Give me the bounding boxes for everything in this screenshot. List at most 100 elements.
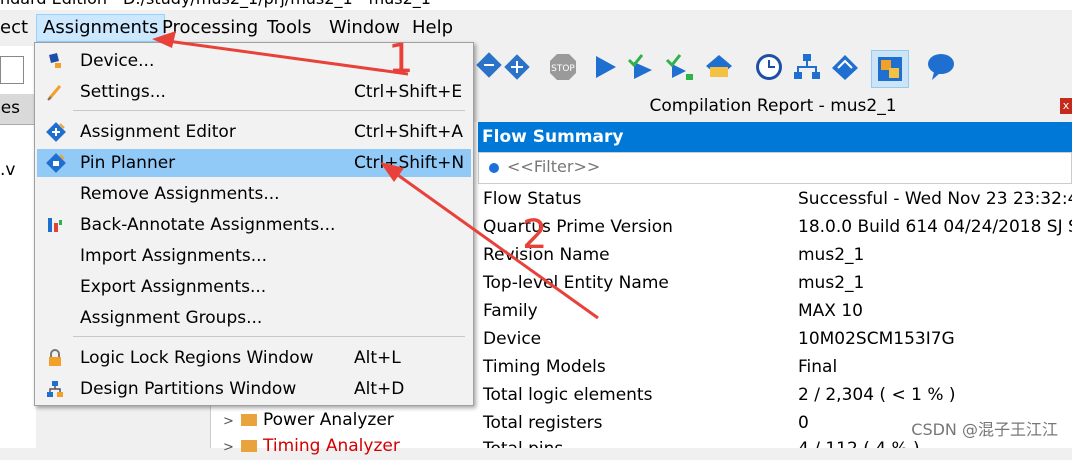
back-annotate-icon: [48, 218, 62, 232]
menu-item-label: Design Partitions Window: [80, 379, 297, 399]
start-synthesis-icon[interactable]: [664, 52, 694, 82]
compilation-report: Compilation Report - mus2_1 x Flow Summa…: [474, 90, 1072, 448]
menu-item-label: Back-Annotate Assignments...: [80, 215, 336, 235]
table-row: Device 10M02SCM153I7G: [478, 325, 1072, 353]
pin-planner-toolbar-button[interactable]: [871, 50, 909, 88]
stop-icon[interactable]: STOP: [548, 52, 578, 82]
menu-item-pin-planner[interactable]: Pin Planner Ctrl+Shift+N: [37, 149, 471, 177]
menu-item-label: Export Assignments...: [80, 277, 267, 297]
row-key: Device: [483, 329, 542, 349]
menu-item-logic-lock[interactable]: Logic Lock Regions Window Alt+L: [37, 344, 471, 372]
menu-item-settings[interactable]: Settings... Ctrl+Shift+E: [37, 78, 471, 106]
row-value: 0: [798, 413, 809, 433]
window-title: ndard Edition - D:/study/mus2_1/prj/mus2…: [0, 0, 431, 8]
row-value: MAX 10: [798, 301, 863, 321]
annotation-number-2: 2: [522, 212, 548, 258]
task-tree: > Power Analyzer > Timing Analyzer: [210, 405, 475, 456]
assignment-editor-icon: [46, 122, 66, 142]
menu-help[interactable]: Help: [412, 15, 453, 41]
menu-item-shortcut: Ctrl+Shift+A: [354, 122, 464, 142]
verilog-file-item[interactable]: .v: [0, 160, 15, 180]
table-row: Top-level Entity Name mus2_1: [478, 269, 1072, 297]
files-tab-label: les: [0, 98, 21, 118]
row-value: mus2_1: [798, 273, 865, 293]
row-key: Top-level Entity Name: [483, 273, 669, 293]
folder-icon: [241, 440, 257, 452]
help-chat-icon[interactable]: [926, 52, 956, 82]
menu-processing[interactable]: Processing: [162, 15, 258, 41]
row-value: mus2_1: [798, 245, 865, 265]
menu-item-label: Assignment Groups...: [80, 308, 263, 328]
menu-bar: ect Assignments Processing Tools Window …: [0, 10, 1072, 44]
menu-item-label: Assignment Editor: [80, 122, 236, 142]
row-value: Final: [798, 357, 838, 377]
partition-icon: [47, 381, 63, 397]
chip-planner-icon[interactable]: [830, 52, 860, 82]
menu-separator: [73, 110, 465, 111]
menu-tools[interactable]: Tools: [267, 15, 311, 41]
menu-assignments-label: Assignments: [43, 17, 159, 38]
table-row: Flow Status Successful - Wed Nov 23 23:32…: [478, 185, 1072, 213]
programmer-folder-icon[interactable]: [704, 52, 734, 82]
row-key: Total pins: [483, 435, 563, 448]
tree-item-label: Power Analyzer: [263, 410, 394, 430]
menu-item-label: Import Assignments...: [80, 246, 267, 266]
title-bar: ndard Edition - D:/study/mus2_1/prj/mus2…: [0, 0, 1072, 10]
menu-item-remove-assignments[interactable]: Remove Assignments...: [37, 180, 471, 208]
menu-item-back-annotate[interactable]: Back-Annotate Assignments...: [37, 211, 471, 239]
menu-item-shortcut: Ctrl+Shift+E: [354, 82, 463, 102]
row-key: Timing Models: [483, 357, 606, 377]
menu-item-export-assignments[interactable]: Export Assignments...: [37, 273, 471, 301]
menu-assignments[interactable]: Assignments: [36, 14, 166, 42]
menu-item-shortcut: Ctrl+Shift+N: [354, 153, 465, 173]
analysis-icon[interactable]: [474, 52, 504, 82]
close-icon[interactable]: x: [1060, 98, 1072, 114]
pin-planner-toolbar-icon: [878, 57, 902, 81]
menu-separator: [73, 336, 465, 337]
row-key: Total registers: [483, 413, 603, 433]
expand-arrow-icon[interactable]: >: [223, 436, 237, 460]
table-row: Total logic elements 2 / 2,304 ( < 1 % ): [478, 381, 1072, 409]
new-file-icon[interactable]: [0, 56, 24, 84]
watermark: CSDN @混子王江江: [911, 420, 1058, 439]
menu-item-assignment-editor[interactable]: Assignment Editor Ctrl+Shift+A: [37, 118, 471, 146]
tree-item-timing-analyzer[interactable]: > Timing Analyzer: [223, 434, 400, 458]
timing-analyzer-icon[interactable]: [754, 52, 784, 82]
flow-summary-header[interactable]: Flow Summary: [478, 122, 1072, 152]
table-row: Quartus Prime Version 18.0.0 Build 614 04…: [478, 213, 1072, 241]
row-key: Flow Status: [483, 189, 582, 209]
lock-icon: [49, 349, 61, 366]
device-icon: [49, 53, 61, 68]
svg-text:STOP: STOP: [551, 64, 575, 74]
table-row: Revision Name mus2_1: [478, 241, 1072, 269]
menu-item-import-assignments[interactable]: Import Assignments...: [37, 242, 471, 270]
menu-item-label: Settings...: [80, 82, 166, 102]
menu-item-shortcut: Alt+D: [354, 379, 405, 399]
menu-item-shortcut: Alt+L: [354, 348, 401, 368]
filter-input[interactable]: <<Filter>>: [478, 152, 1072, 184]
synthesis-icon[interactable]: [502, 52, 532, 82]
row-value: 10M02SCM153I7G: [798, 329, 955, 349]
menu-item-assignment-groups[interactable]: Assignment Groups...: [37, 304, 471, 332]
netlist-viewer-icon[interactable]: [792, 52, 822, 82]
report-title: Compilation Report - mus2_1: [474, 90, 1072, 122]
menu-project[interactable]: ect: [0, 15, 28, 41]
menu-item-label: Device...: [80, 51, 155, 71]
start-analysis-icon[interactable]: [626, 52, 656, 82]
tree-item-label: Timing Analyzer: [263, 436, 400, 456]
row-value: 18.0.0 Build 614 04/24/2018 SJ St: [798, 217, 1072, 237]
menu-item-label: Remove Assignments...: [80, 184, 280, 204]
menu-item-label: Pin Planner: [80, 153, 176, 173]
search-icon: [489, 163, 499, 173]
pin-planner-icon: [46, 153, 66, 173]
annotation-number-1: 1: [388, 36, 414, 82]
expand-arrow-icon[interactable]: >: [223, 410, 237, 434]
tree-item-power-analyzer[interactable]: > Power Analyzer: [223, 408, 394, 432]
row-value: 2 / 2,304 ( < 1 % ): [798, 385, 956, 405]
start-compilation-icon[interactable]: [590, 52, 620, 82]
settings-icon: [47, 85, 62, 101]
assignments-dropdown-menu: Device... Settings... Ctrl+Shift+E Assig…: [34, 42, 474, 406]
row-value: Successful - Wed Nov 23 23:32:49: [798, 189, 1072, 209]
menu-item-design-partitions[interactable]: Design Partitions Window Alt+D: [37, 375, 471, 403]
files-tab[interactable]: les: [0, 94, 36, 125]
